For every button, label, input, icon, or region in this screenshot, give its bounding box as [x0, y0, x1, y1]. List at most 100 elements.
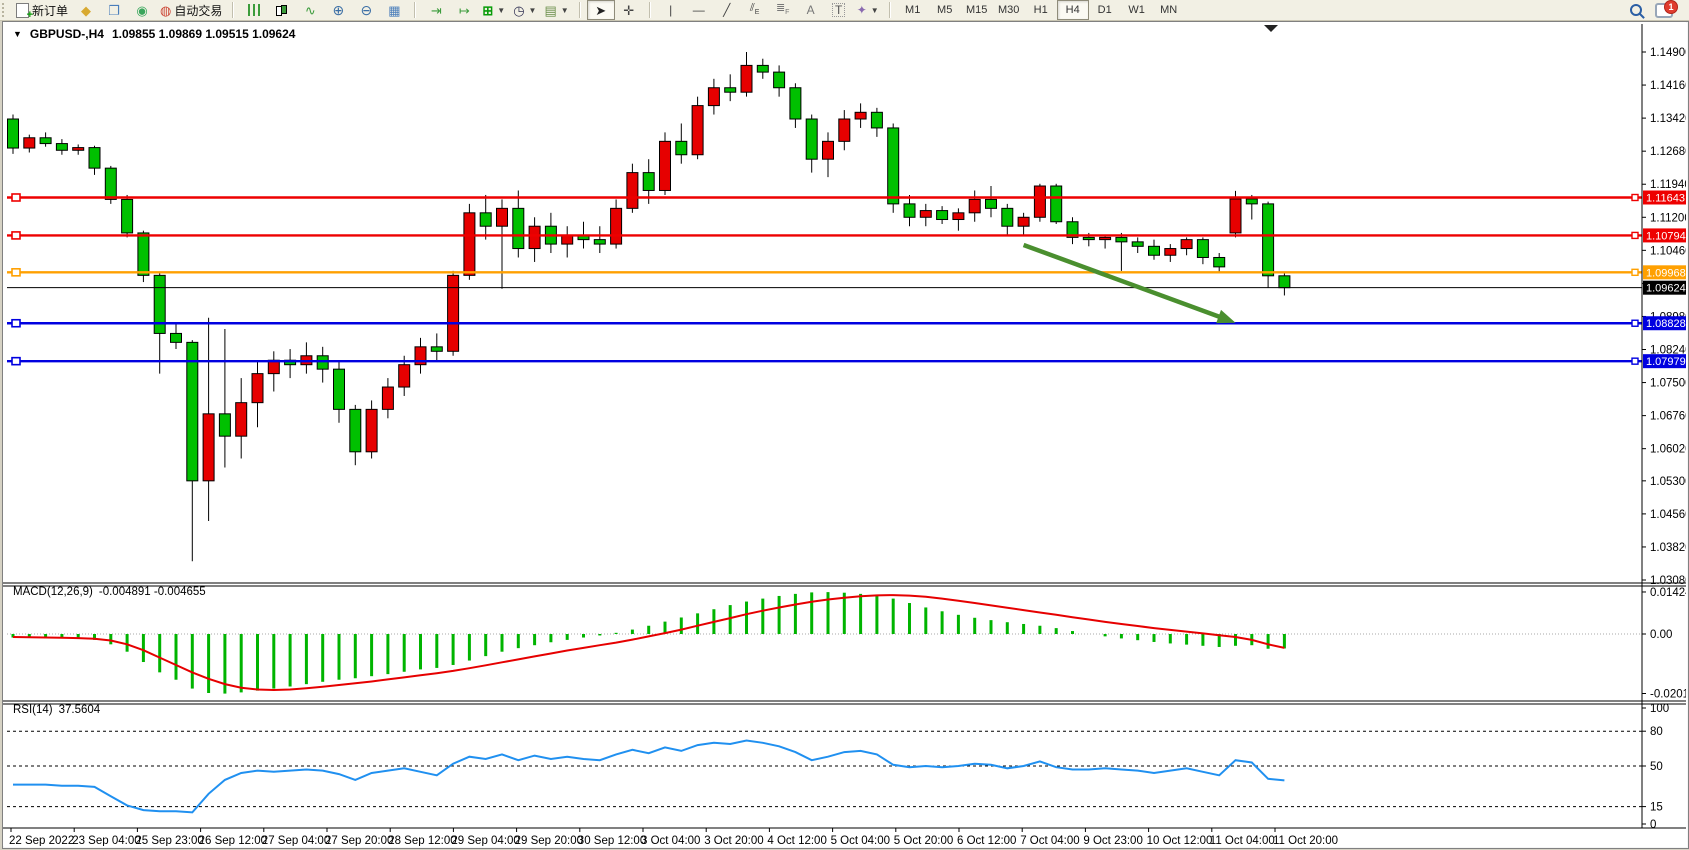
vertical-line-tool-button[interactable]: |: [657, 0, 685, 20]
candle-body: [1230, 199, 1241, 233]
zoom-in-button[interactable]: ⊕: [324, 0, 352, 20]
chat-bubble-icon: 1: [1655, 3, 1673, 18]
fibonacci-icon: ≣F: [776, 3, 790, 16]
candlestick-mode-button[interactable]: [268, 0, 296, 20]
price-tick-label: 1.13420: [1650, 113, 1686, 125]
text-label-tool-button[interactable]: T: [825, 0, 853, 20]
candle-body: [154, 275, 165, 333]
time-tick-label: 29 Sep 20:00: [515, 835, 583, 846]
candle-body: [1279, 276, 1290, 288]
candle-body: [611, 208, 622, 244]
macd-indicator-label: MACD(12,26,9) -0.004891 -0.004655: [13, 586, 206, 598]
crosshair-icon: ✛: [623, 4, 634, 17]
macd-tick-label: 0.00: [1650, 629, 1672, 641]
timeframe-button-MN[interactable]: MN: [1153, 0, 1185, 20]
hline-handle[interactable]: [1632, 194, 1638, 200]
chart-shift-button[interactable]: ↦: [450, 0, 478, 20]
candle-body: [464, 213, 475, 276]
price-tick-label: 1.12680: [1650, 146, 1686, 158]
toolbar-grip[interactable]: [2, 3, 7, 17]
time-tick-label: 25 Sep 23:00: [135, 835, 203, 846]
timeframe-button-M15[interactable]: M15: [961, 0, 993, 20]
chart-ohlc-readout: 1.09855 1.09869 1.09515 1.09624: [112, 27, 296, 41]
new-chart-button[interactable]: ❐: [100, 0, 128, 20]
periods-button[interactable]: ◷▼: [509, 0, 540, 20]
candle-body: [1034, 186, 1045, 217]
price-chart-canvas[interactable]: 1.149001.141601.134201.126801.119401.112…: [3, 22, 1686, 846]
horizontal-line-tool-button[interactable]: —: [685, 0, 713, 20]
arrows-tool-button[interactable]: ✦▼: [853, 0, 883, 20]
price-tick-label: 1.06020: [1650, 444, 1686, 456]
timeframe-button-M30[interactable]: M30: [993, 0, 1025, 20]
line-chart-mode-button[interactable]: ∿: [296, 0, 324, 20]
price-tag-label: 1.11643: [1646, 192, 1685, 204]
hline-handle[interactable]: [12, 232, 20, 239]
candle-body: [317, 356, 328, 369]
signals-button[interactable]: ◉: [128, 0, 156, 20]
timeframe-button-M1[interactable]: M1: [897, 0, 929, 20]
indicators-button[interactable]: ⊞▼: [478, 0, 509, 20]
candle-body: [871, 112, 882, 128]
auto-scroll-button[interactable]: ⇥: [422, 0, 450, 20]
hline-handle[interactable]: [12, 320, 20, 327]
new-order-button[interactable]: 新订单: [12, 0, 72, 20]
toolbar-separator: [649, 2, 651, 18]
rsi-tick-label: 80: [1650, 726, 1663, 738]
candle-body: [839, 119, 850, 141]
timeframe-button-W1[interactable]: W1: [1121, 0, 1153, 20]
timeframe-button-H1[interactable]: H1: [1025, 0, 1057, 20]
candle-body: [1051, 186, 1062, 222]
notifications-button[interactable]: 1: [1650, 0, 1678, 20]
crosshair-tool-button[interactable]: ✛: [615, 0, 643, 20]
candle-body: [708, 88, 719, 106]
time-tick-label: 6 Oct 12:00: [957, 835, 1016, 846]
toolbar-separator: [414, 2, 416, 18]
cursor-icon: ➤: [595, 4, 606, 17]
time-tick-label: 3 Oct 04:00: [641, 835, 700, 846]
hline-handle[interactable]: [12, 269, 20, 276]
text-tool-button[interactable]: A: [797, 0, 825, 20]
templates-button[interactable]: ▤▼: [540, 0, 572, 20]
auto-scroll-icon: ⇥: [431, 4, 442, 17]
price-tick-label: 1.14900: [1650, 47, 1686, 59]
cursor-tool-button[interactable]: ➤: [587, 0, 615, 20]
search-button[interactable]: [1622, 0, 1650, 20]
hline-handle[interactable]: [1632, 320, 1638, 326]
toolbar-separator: [579, 2, 581, 18]
candle-body: [1165, 249, 1176, 256]
market-depth-button[interactable]: ◆: [72, 0, 100, 20]
candle-body: [969, 199, 980, 212]
hline-handle[interactable]: [1632, 269, 1638, 275]
chevron-down-icon: ▼: [497, 6, 505, 15]
chart-symbol-period: GBPUSD-,H4: [30, 27, 104, 41]
candle-body: [1197, 240, 1208, 258]
zoom-out-button[interactable]: ⊖: [352, 0, 380, 20]
arrows-icon: ✦: [857, 4, 867, 16]
tile-windows-button[interactable]: ▦: [380, 0, 408, 20]
candle-body: [382, 387, 393, 409]
trendline-tool-button[interactable]: ╱: [713, 0, 741, 20]
timeframe-button-M5[interactable]: M5: [929, 0, 961, 20]
hline-handle[interactable]: [1632, 232, 1638, 238]
chart-title: ▼ GBPUSD-,H4 1.09855 1.09869 1.09515 1.0…: [13, 27, 295, 41]
rsi-tick-label: 0: [1650, 819, 1656, 831]
candle-body: [431, 347, 442, 351]
timeframe-button-H4[interactable]: H4: [1057, 0, 1089, 20]
channel-tool-button[interactable]: ⫽E: [741, 0, 769, 20]
timeframe-button-D1[interactable]: D1: [1089, 0, 1121, 20]
candle-body: [24, 138, 35, 148]
rsi-tick-label: 100: [1650, 703, 1669, 715]
chart-dropdown-icon[interactable]: ▼: [13, 29, 22, 39]
candle-body: [806, 119, 817, 159]
time-tick-label: 30 Sep 12:00: [578, 835, 646, 846]
toolbar-separator: [232, 2, 234, 18]
bar-chart-mode-button[interactable]: [240, 0, 268, 20]
price-tick-label: 1.04560: [1650, 509, 1686, 521]
fibonacci-tool-button[interactable]: ≣F: [769, 0, 797, 20]
auto-trading-button[interactable]: ◍ 自动交易: [156, 0, 226, 20]
candle-body: [757, 65, 768, 72]
hline-handle[interactable]: [12, 358, 20, 365]
hline-handle[interactable]: [12, 194, 20, 201]
search-icon: [1630, 4, 1642, 16]
hline-handle[interactable]: [1632, 358, 1638, 364]
